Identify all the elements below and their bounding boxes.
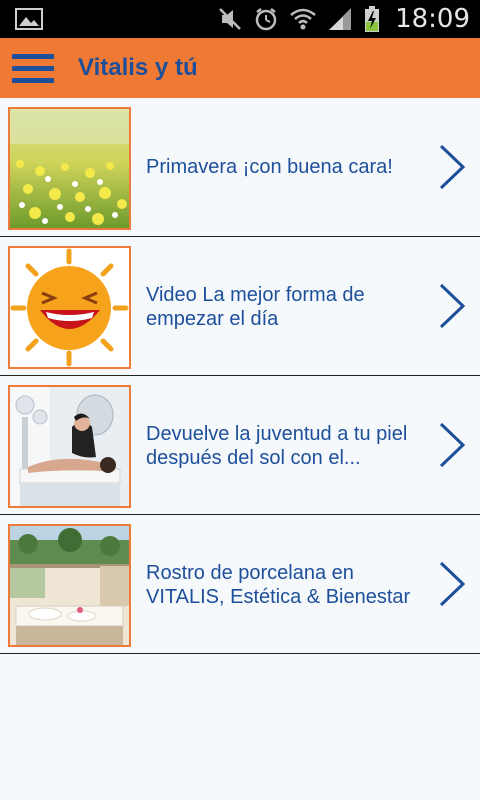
list-item[interactable]: Video La mejor forma de empezar el día [0, 237, 480, 376]
clock: 18:09 [395, 4, 470, 34]
signal-icon [327, 6, 353, 32]
chevron-right-icon [439, 144, 466, 190]
chevron-right-icon [439, 422, 466, 468]
list-item[interactable]: Devuelve la juventud a tu piel después d… [0, 376, 480, 515]
spa-treatment-image [8, 385, 131, 508]
alarm-icon [253, 6, 279, 32]
image-notification-icon [14, 6, 44, 32]
spring-flower-field-image [8, 107, 131, 230]
list-item-title: Rostro de porcelana en VITALIS, Estética… [146, 562, 411, 608]
chevron-right-icon [439, 561, 466, 607]
wifi-icon [289, 6, 317, 32]
spa-room-image [8, 524, 131, 647]
article-list: Primavera ¡con buena cara! Video La mejo… [0, 98, 480, 654]
list-item-title: Primavera ¡con buena cara! [146, 156, 393, 178]
list-item-title: Devuelve la juventud a tu piel después d… [146, 423, 408, 469]
list-item-title: Video La mejor forma de empezar el día [146, 284, 365, 330]
list-item[interactable]: Rostro de porcelana en VITALIS, Estética… [0, 515, 480, 654]
page-title: Vitalis y tú [78, 54, 198, 81]
status-bar: 18:09 [0, 0, 480, 38]
hamburger-menu-icon[interactable] [12, 52, 54, 86]
laughing-sun-image [8, 246, 131, 369]
chevron-right-icon [439, 283, 466, 329]
list-item[interactable]: Primavera ¡con buena cara! [0, 98, 480, 237]
mute-icon [217, 6, 243, 32]
battery-charging-icon [363, 5, 381, 33]
action-bar: Vitalis y tú [0, 38, 480, 98]
